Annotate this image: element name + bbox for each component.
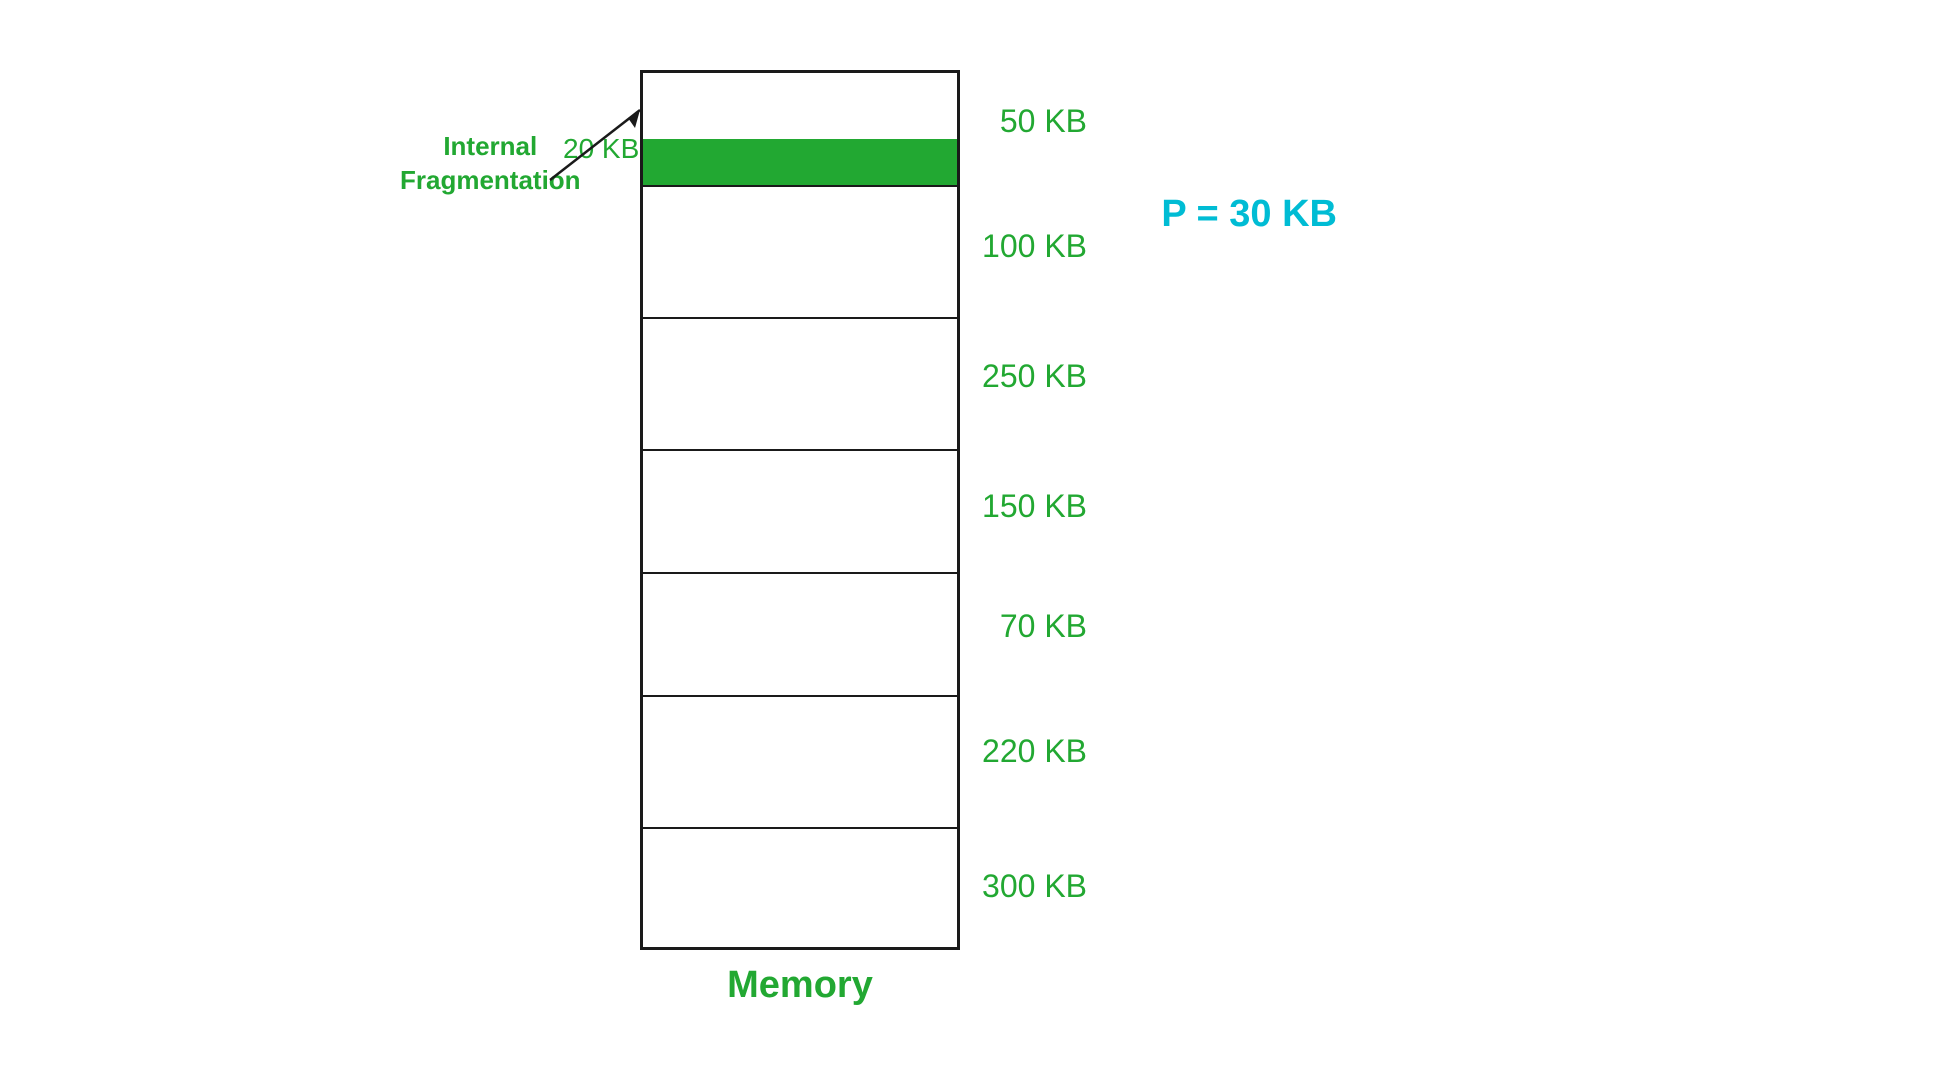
label-220kb: 220 KB: [982, 733, 1087, 770]
memory-block: 50 KB 100 KB 250 KB 150 KB 70 KB 220 KB …: [640, 70, 960, 950]
segment-100kb: [643, 187, 957, 319]
memory-label: Memory: [727, 964, 873, 1007]
segment-250kb: [643, 319, 957, 451]
label-100kb: 100 KB: [982, 228, 1087, 265]
diagram-container: 50 KB 100 KB 250 KB 150 KB 70 KB 220 KB …: [400, 30, 1300, 1030]
segment-300kb: [643, 829, 957, 953]
p-label: P = 30 KB: [1161, 193, 1337, 236]
label-250kb: 250 KB: [982, 358, 1087, 395]
segment-220kb: [643, 697, 957, 829]
label-50kb: 50 KB: [1000, 103, 1087, 140]
arrow-svg: [540, 100, 660, 210]
label-300kb: 300 KB: [982, 868, 1087, 905]
segment-150kb: [643, 451, 957, 574]
label-150kb: 150 KB: [982, 488, 1087, 525]
green-fill-20kb: [643, 139, 957, 185]
segment-50kb: [643, 73, 957, 187]
fragmentation-annotation: InternalFragmentation: [400, 130, 581, 198]
segment-70kb: [643, 574, 957, 697]
label-70kb: 70 KB: [1000, 608, 1087, 645]
